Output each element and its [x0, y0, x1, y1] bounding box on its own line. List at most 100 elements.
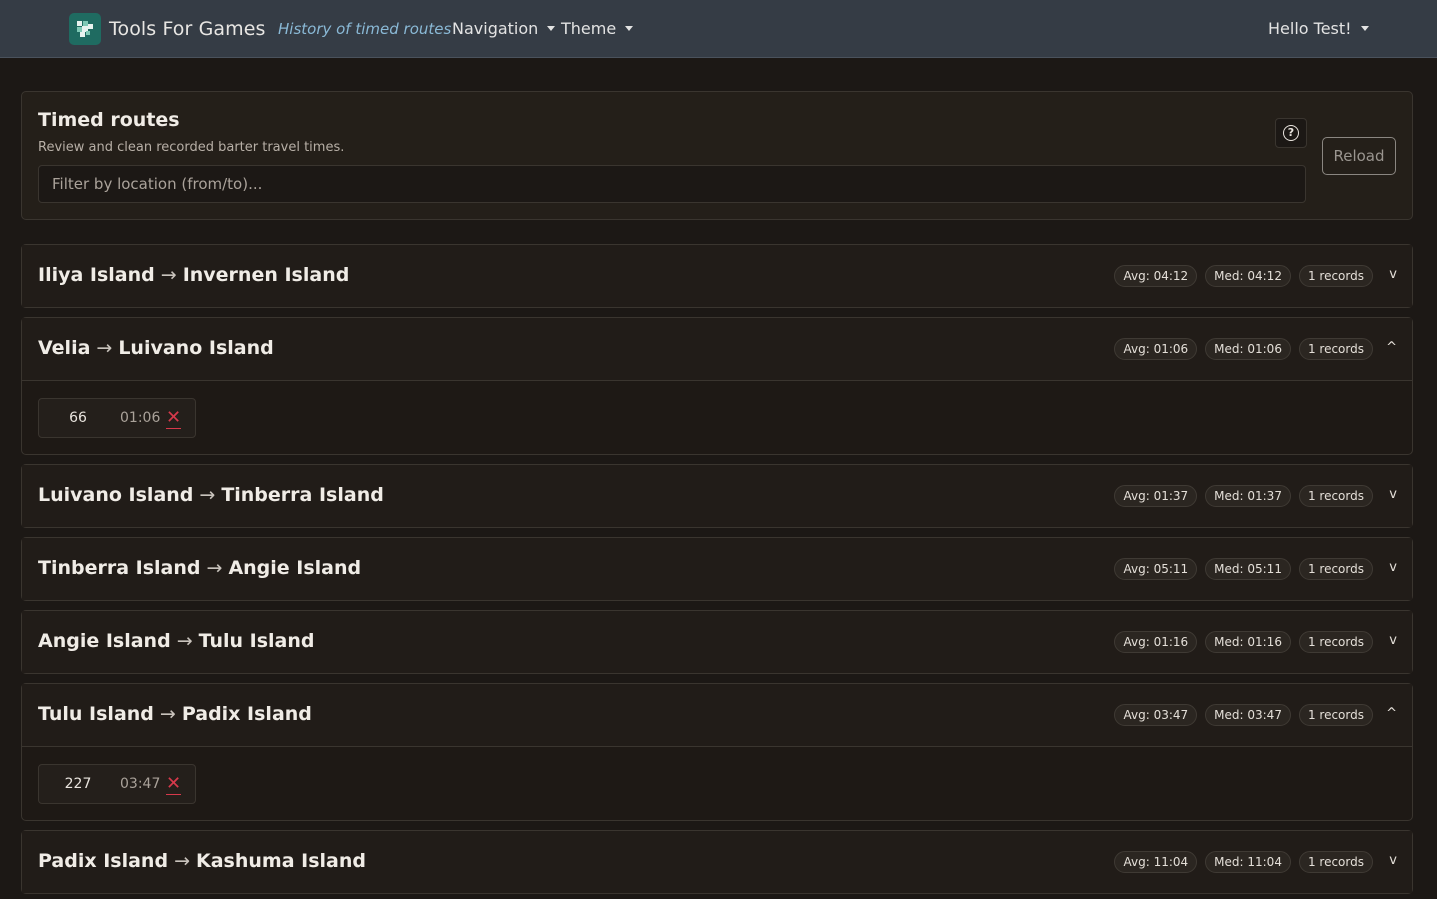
route-header[interactable]: Iliya Island → Invernen Island Avg: 04:12 …: [22, 245, 1412, 307]
route-title: Angie Island → Tulu Island: [38, 630, 315, 652]
expand-toggle-icon[interactable]: v: [1389, 267, 1397, 282]
route-title: Padix Island → Kashuma Island: [38, 850, 366, 872]
route-card: Tinberra Island → Angie Island Avg: 05:11 …: [21, 537, 1413, 601]
route-from: Tulu Island: [38, 703, 154, 725]
route-from: Velia: [38, 337, 91, 359]
record-id: 66: [69, 410, 87, 426]
caret-down-icon: [1360, 26, 1369, 31]
brand-name: Tools For Games: [109, 18, 266, 40]
median-badge: Med: 01:06: [1205, 338, 1291, 360]
avg-badge: Avg: 04:12: [1114, 265, 1198, 287]
avg-badge: Avg: 01:06: [1114, 338, 1198, 360]
route-title: Iliya Island → Invernen Island: [38, 264, 349, 286]
expand-toggle-icon[interactable]: v: [1389, 633, 1397, 648]
avg-badge: Avg: 11:04: [1114, 851, 1198, 873]
route-from: Luivano Island: [38, 484, 194, 506]
median-badge: Med: 03:47: [1205, 704, 1291, 726]
records-count-badge: 1 records: [1298, 704, 1373, 726]
user-menu-dropdown[interactable]: Hello Test!: [1268, 19, 1369, 38]
delete-record-icon[interactable]: ✕: [166, 408, 182, 429]
record-time: 01:06: [120, 410, 161, 426]
route-to: Tulu Island: [198, 630, 315, 652]
app-logo-icon: [69, 13, 101, 45]
records-count-badge: 1 records: [1298, 485, 1373, 507]
arrow-right-icon: →: [160, 264, 177, 286]
route-to: Padix Island: [181, 703, 312, 725]
record-item: 66 01:06 ✕: [38, 398, 196, 438]
avg-badge: Avg: 05:11: [1114, 558, 1198, 580]
median-badge: Med: 01:37: [1205, 485, 1291, 507]
route-to: Luivano Island: [118, 337, 274, 359]
route-header[interactable]: Padix Island → Kashuma Island Avg: 11:04 M…: [22, 831, 1412, 893]
nav-theme-label: Theme: [561, 19, 617, 38]
collapse-toggle-icon[interactable]: ^: [1386, 706, 1397, 721]
page-title: Timed routes: [38, 109, 180, 131]
delete-record-icon[interactable]: ✕: [166, 774, 182, 795]
question-circle-icon: ?: [1283, 125, 1299, 141]
avg-badge: Avg: 01:16: [1114, 631, 1198, 653]
route-card: Velia → Luivano Island Avg: 01:06 Med: 01:…: [21, 317, 1413, 455]
route-header[interactable]: Tinberra Island → Angie Island Avg: 05:11 …: [22, 538, 1412, 600]
records-count-badge: 1 records: [1298, 338, 1373, 360]
avg-badge: Avg: 01:37: [1114, 485, 1198, 507]
median-badge: Med: 05:11: [1205, 558, 1291, 580]
arrow-right-icon: →: [206, 557, 223, 579]
caret-down-icon: [547, 26, 556, 31]
route-card: Tulu Island → Padix Island Avg: 03:47 Med:…: [21, 683, 1413, 821]
records-count-badge: 1 records: [1298, 631, 1373, 653]
route-records: 227 03:47 ✕: [22, 747, 1412, 820]
route-title: Tulu Island → Padix Island: [38, 703, 312, 725]
arrow-right-icon: →: [174, 850, 190, 872]
route-records: 66 01:06 ✕: [22, 381, 1412, 454]
route-header[interactable]: Velia → Luivano Island Avg: 01:06 Med: 01:…: [22, 318, 1412, 381]
arrow-right-icon: →: [199, 484, 216, 506]
user-greeting: Hello Test!: [1268, 19, 1352, 38]
record-id: 227: [64, 776, 92, 792]
records-count-badge: 1 records: [1298, 851, 1373, 873]
reload-button[interactable]: Reload: [1322, 137, 1396, 175]
nav-navigation-label: Navigation: [452, 19, 539, 38]
record-item: 227 03:47 ✕: [38, 764, 196, 804]
median-badge: Med: 04:12: [1205, 265, 1291, 287]
records-count-badge: 1 records: [1298, 558, 1373, 580]
route-card: Padix Island → Kashuma Island Avg: 11:04 M…: [21, 830, 1413, 894]
nav-history-link[interactable]: History of timed routes: [278, 20, 451, 38]
median-badge: Med: 01:16: [1205, 631, 1291, 653]
caret-down-icon: [625, 26, 634, 31]
route-title: Velia → Luivano Island: [38, 337, 274, 359]
route-header[interactable]: Tulu Island → Padix Island Avg: 03:47 Med:…: [22, 684, 1412, 747]
arrow-right-icon: →: [159, 703, 176, 725]
route-to: Angie Island: [228, 557, 362, 579]
route-to: Tinberra Island: [221, 484, 384, 506]
record-time: 03:47: [120, 776, 161, 792]
collapse-toggle-icon[interactable]: ^: [1386, 340, 1397, 355]
route-card: Luivano Island → Tinberra Island Avg: 01:3…: [21, 464, 1413, 528]
route-from: Padix Island: [38, 850, 169, 872]
route-card: Iliya Island → Invernen Island Avg: 04:12 …: [21, 244, 1413, 308]
arrow-right-icon: →: [176, 630, 193, 652]
route-from: Angie Island: [38, 630, 171, 652]
help-button[interactable]: ?: [1275, 118, 1307, 148]
location-filter-input[interactable]: [38, 165, 1306, 203]
records-count-badge: 1 records: [1298, 265, 1373, 287]
route-to: Invernen Island: [182, 264, 350, 286]
brand[interactable]: Tools For Games: [69, 13, 266, 45]
route-from: Iliya Island: [38, 264, 155, 286]
nav-theme-dropdown[interactable]: Theme: [561, 19, 634, 38]
route-header[interactable]: Luivano Island → Tinberra Island Avg: 01:3…: [22, 465, 1412, 527]
timed-routes-header-card: Timed routes Review and clean recorded b…: [21, 91, 1413, 220]
route-title: Tinberra Island → Angie Island: [38, 557, 361, 579]
median-badge: Med: 11:04: [1205, 851, 1291, 873]
route-header[interactable]: Angie Island → Tulu Island Avg: 01:16 Med:…: [22, 611, 1412, 673]
page-subtitle: Review and clean recorded barter travel …: [38, 140, 345, 155]
route-card: Angie Island → Tulu Island Avg: 01:16 Med:…: [21, 610, 1413, 674]
expand-toggle-icon[interactable]: v: [1389, 853, 1397, 868]
arrow-right-icon: →: [96, 337, 113, 359]
nav-navigation-dropdown[interactable]: Navigation: [452, 19, 556, 38]
expand-toggle-icon[interactable]: v: [1389, 487, 1397, 502]
expand-toggle-icon[interactable]: v: [1389, 560, 1397, 575]
route-from: Tinberra Island: [38, 557, 201, 579]
avg-badge: Avg: 03:47: [1114, 704, 1198, 726]
route-title: Luivano Island → Tinberra Island: [38, 484, 384, 506]
route-to: Kashuma Island: [195, 850, 366, 872]
